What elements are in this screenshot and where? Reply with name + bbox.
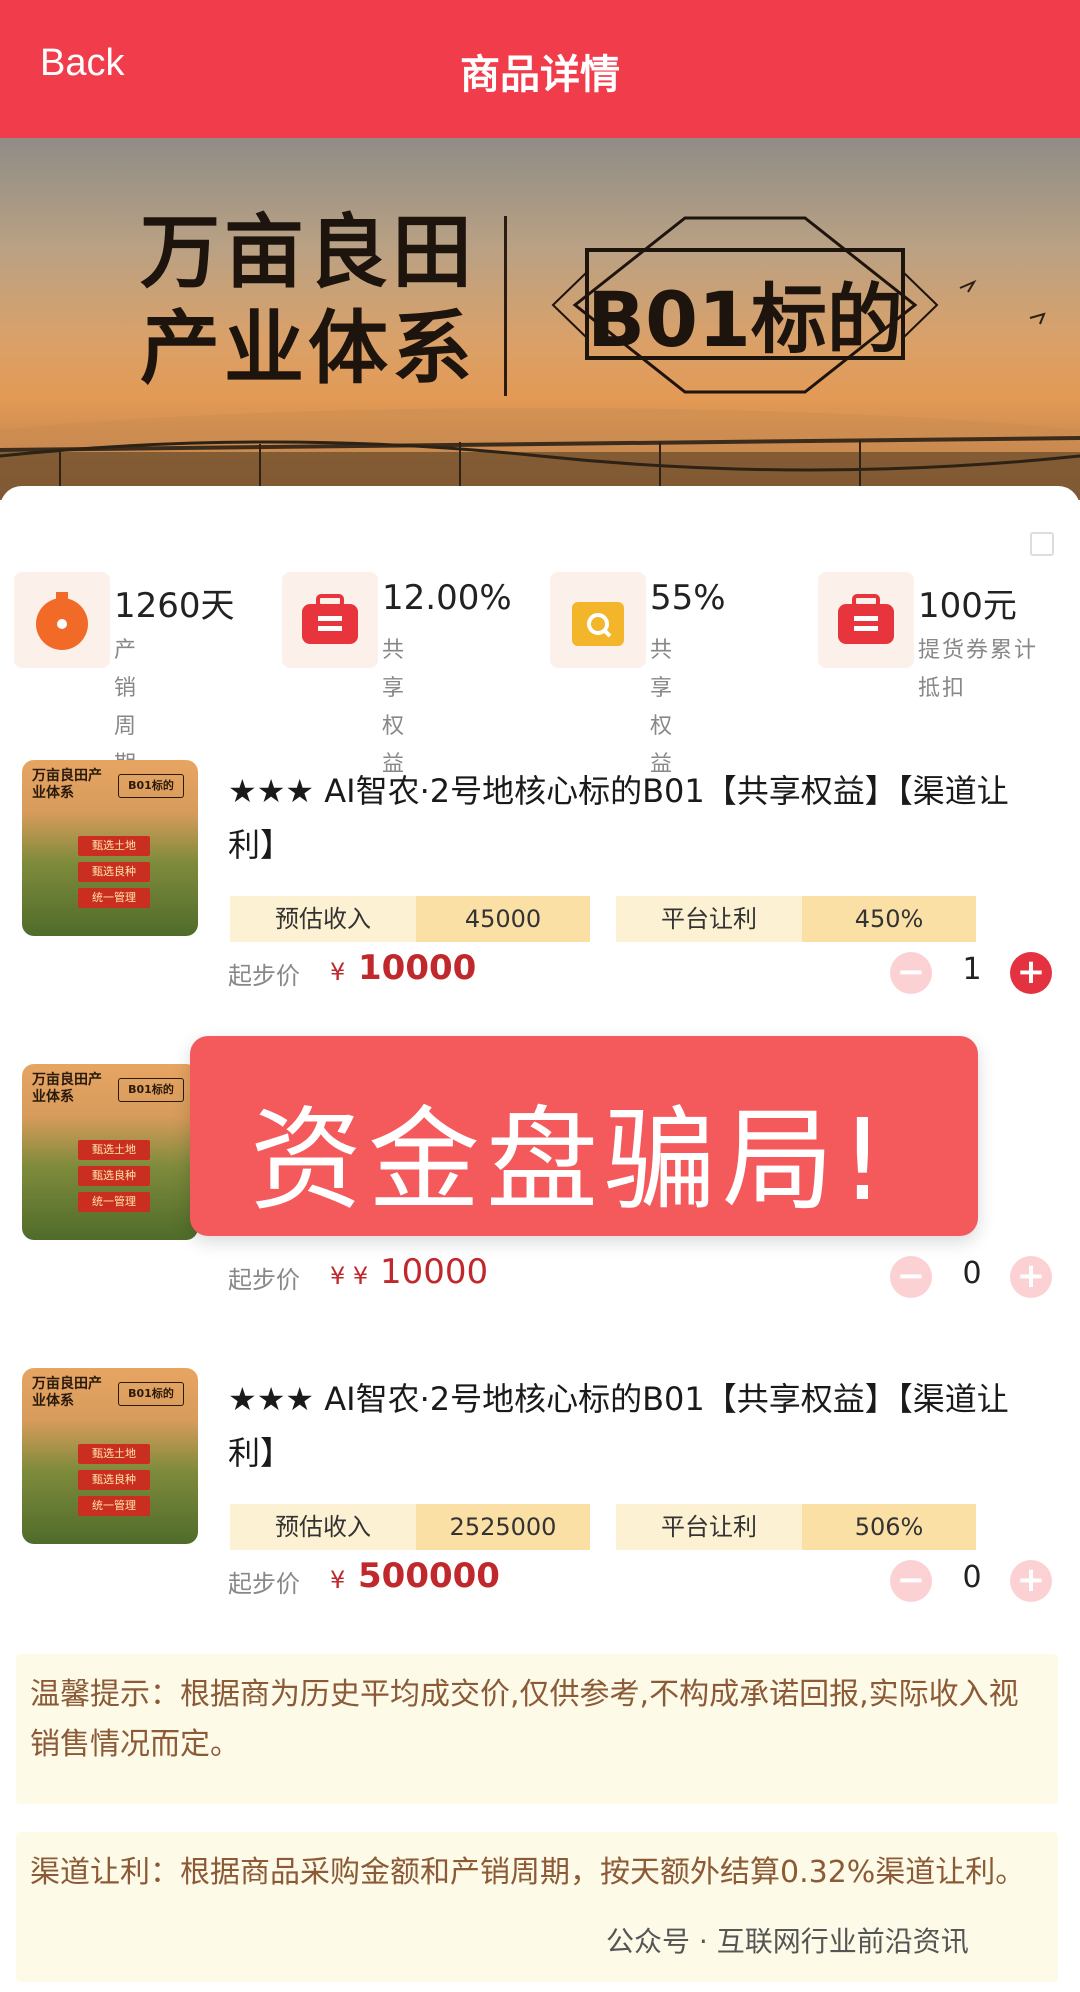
product-name: ★★★ AI智农·2号地核心标的B01【共享权益】【渠道让利】 bbox=[228, 772, 1009, 864]
price-currency: ¥ bbox=[330, 958, 346, 986]
hero-banner: 万亩良田 产业体系 B01标的 bbox=[0, 138, 1080, 500]
quantity-value: 0 bbox=[962, 1560, 982, 1595]
product-thumbnail: 万亩良田产业体系 B01标的 甄选土地 甄选良种 统一管理 bbox=[22, 760, 198, 936]
price-value: 10000 bbox=[380, 1252, 489, 1292]
quantity-value: 1 bbox=[962, 952, 982, 987]
price-label: 起步价 bbox=[228, 962, 300, 990]
product-thumbnail: 万亩良田产业体系 B01标的 甄选土地 甄选良种 统一管理 bbox=[22, 1064, 198, 1240]
increase-quantity-button[interactable]: + bbox=[1010, 1560, 1052, 1602]
price-currency: ¥ ¥ bbox=[330, 1262, 369, 1290]
top-bar: Back 商品详情 bbox=[0, 0, 1080, 138]
checkbox-icon[interactable] bbox=[1030, 532, 1054, 556]
banner-title: 万亩良田 产业体系 bbox=[140, 205, 476, 395]
decrease-quantity-button[interactable]: − bbox=[890, 1560, 932, 1602]
product-item[interactable]: 万亩良田产业体系 B01标的 甄选土地 甄选良种 统一管理 ★★★ AI智农·2… bbox=[0, 760, 1080, 1000]
price-label: 起步价 bbox=[228, 1266, 300, 1294]
timer-icon bbox=[14, 572, 110, 668]
banner-divider bbox=[504, 216, 507, 396]
banner-badge-text: B01标的 bbox=[587, 275, 903, 364]
price-label: 起步价 bbox=[228, 1570, 300, 1598]
briefcase-icon bbox=[818, 572, 914, 668]
wechat-watermark: 公众号 · 互联网行业前沿资讯 bbox=[606, 1925, 969, 1958]
decrease-quantity-button[interactable]: − bbox=[890, 1256, 932, 1298]
quantity-value: 0 bbox=[962, 1256, 982, 1291]
price-value: 500000 bbox=[358, 1556, 500, 1596]
tip-note: 温馨提示：根据商为历史平均成交价,仅供参考,不构成承诺回报,实际收入视销售情况而… bbox=[16, 1654, 1058, 1804]
price-currency: ¥ bbox=[330, 1566, 346, 1594]
scam-warning-text: 资金盘骗局! bbox=[250, 1096, 891, 1226]
decrease-quantity-button[interactable]: − bbox=[890, 952, 932, 994]
product-thumbnail: 万亩良田产业体系 B01标的 甄选土地 甄选良种 统一管理 bbox=[22, 1368, 198, 1544]
product-item[interactable]: 万亩良田产业体系 B01标的 甄选土地 甄选良种 统一管理 ★★★ AI智农·2… bbox=[0, 1368, 1080, 1608]
briefcase-icon bbox=[282, 572, 378, 668]
product-name: ★★★ AI智农·2号地核心标的B01【共享权益】【渠道让利】 bbox=[228, 1380, 1009, 1472]
increase-quantity-button[interactable]: + bbox=[1010, 1256, 1052, 1298]
scam-warning-banner: 资金盘骗局! bbox=[190, 1036, 978, 1236]
wallet-icon bbox=[550, 572, 646, 668]
page-title: 商品详情 bbox=[460, 52, 620, 98]
increase-quantity-button[interactable]: + bbox=[1010, 952, 1052, 994]
price-value: 10000 bbox=[358, 948, 477, 988]
